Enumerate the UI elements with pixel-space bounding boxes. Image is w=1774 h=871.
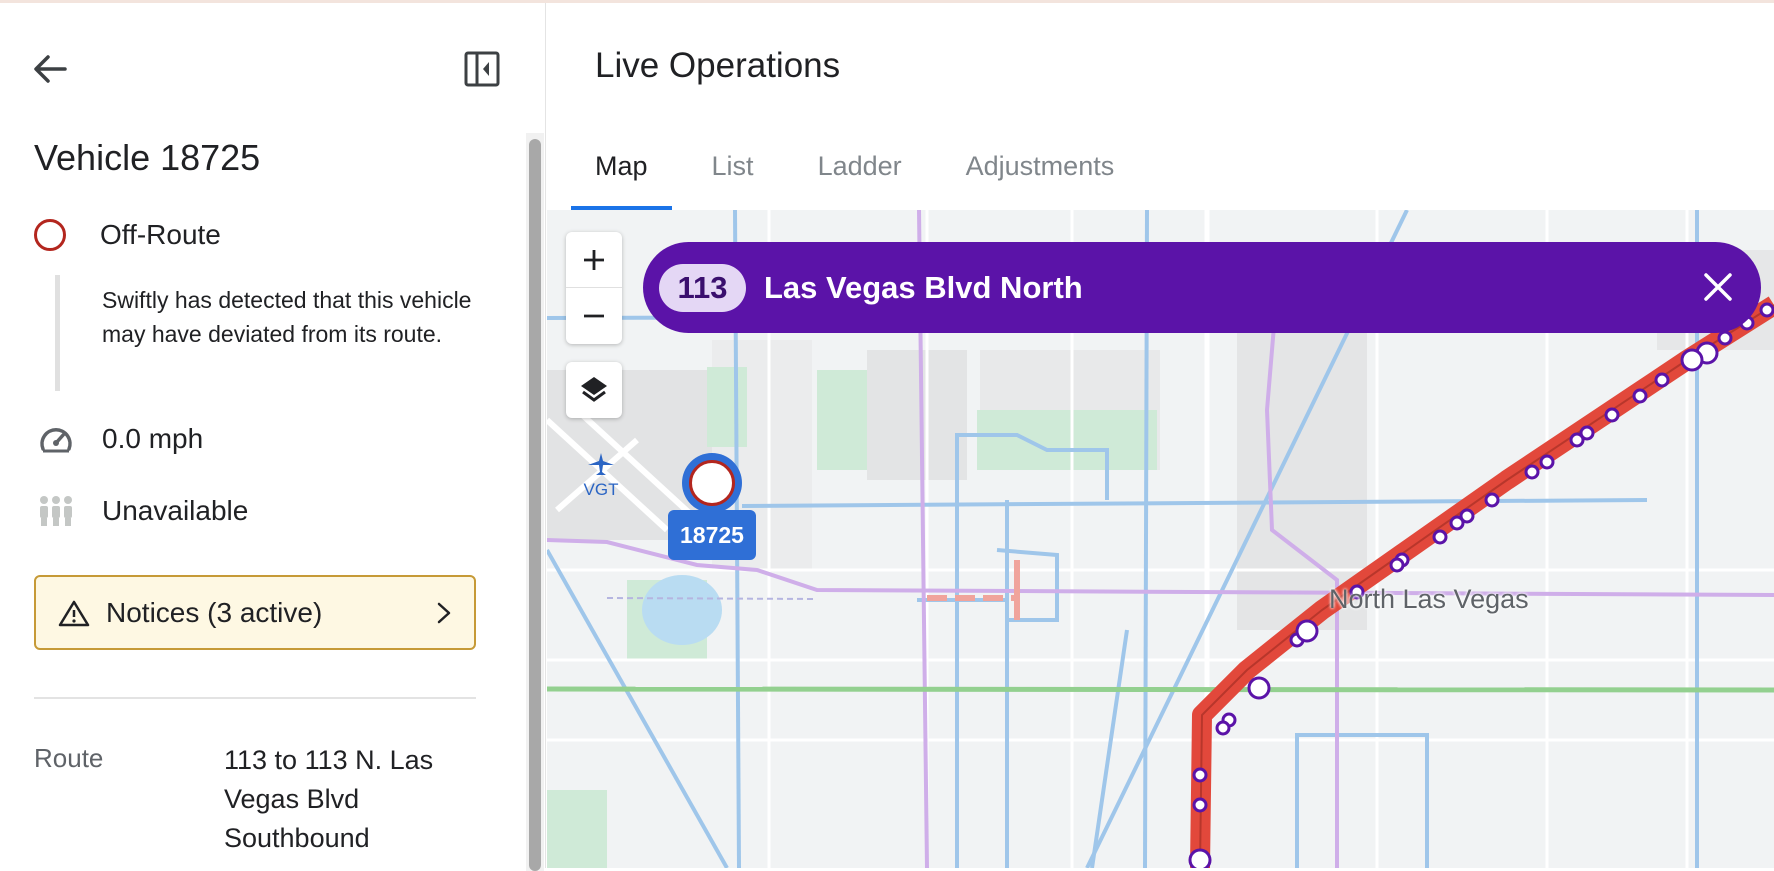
map-view[interactable]: VGT 18725 North Las Vegas 113 Las Vegas … xyxy=(547,210,1774,868)
tab-ladder[interactable]: Ladder xyxy=(794,123,926,210)
route-number-badge: 113 xyxy=(659,263,746,312)
panel-divider xyxy=(34,697,476,699)
airplane-icon xyxy=(587,452,615,481)
notices-button[interactable]: Notices (3 active) xyxy=(34,575,476,650)
status-row: Off-Route xyxy=(34,219,221,251)
main-header: Live Operations Map List Ladder Adjustme… xyxy=(547,3,1774,210)
airport-label: VGT xyxy=(583,480,619,499)
arrow-left-icon xyxy=(34,55,67,83)
warning-icon xyxy=(58,600,90,626)
tab-list[interactable]: List xyxy=(688,123,778,210)
vehicle-title: Vehicle 18725 xyxy=(34,137,261,178)
speed-row: 0.0 mph xyxy=(38,423,203,455)
layers-icon xyxy=(581,377,607,402)
tab-adjustments[interactable]: Adjustments xyxy=(942,123,1139,210)
plus-icon xyxy=(584,249,604,270)
map-layers-button[interactable] xyxy=(566,362,622,418)
speed-value: 0.0 mph xyxy=(102,423,204,454)
panel-scrollbar-thumb[interactable] xyxy=(529,139,541,871)
people-icon xyxy=(40,496,72,526)
view-tabs: Map List Ladder Adjustments xyxy=(571,123,1154,210)
place-label: North Las Vegas xyxy=(1329,584,1529,614)
speedometer-icon xyxy=(40,428,72,453)
route-key: Route xyxy=(34,743,104,773)
occupancy-row: Unavailable xyxy=(38,495,248,527)
close-route-button[interactable] xyxy=(1695,264,1741,310)
status-description-bar xyxy=(55,275,60,391)
notices-label: Notices (3 active) xyxy=(106,596,323,628)
zoom-out-button[interactable] xyxy=(566,288,622,344)
page-title: Live Operations xyxy=(595,46,841,85)
tab-map[interactable]: Map xyxy=(571,123,672,210)
route-value: 113 to 113 N. Las Vegas Blvd Southbound xyxy=(224,745,434,853)
chevron-right-icon xyxy=(437,602,451,624)
route-banner: 113 Las Vegas Blvd North xyxy=(643,242,1761,333)
minus-icon xyxy=(584,314,604,318)
vehicle-marker[interactable] xyxy=(682,453,742,513)
collapse-panel-button[interactable] xyxy=(458,47,506,91)
vehicle-detail-panel: Vehicle 18725 Off-Route Swiftly has dete… xyxy=(0,3,546,871)
status-description: Swiftly has detected that this vehicle m… xyxy=(102,287,472,347)
close-icon xyxy=(1704,273,1732,301)
occupancy-value: Unavailable xyxy=(102,495,249,526)
back-button[interactable] xyxy=(28,47,72,91)
collapse-sidebar-icon xyxy=(464,51,500,87)
status-label: Off-Route xyxy=(100,219,221,250)
zoom-controls xyxy=(566,232,622,344)
route-name: Las Vegas Blvd North xyxy=(764,269,1083,305)
off-route-status-icon xyxy=(34,219,66,251)
vehicle-status-ring xyxy=(689,460,735,506)
vehicle-marker-label[interactable]: 18725 xyxy=(668,510,756,560)
zoom-in-button[interactable] xyxy=(566,232,622,288)
